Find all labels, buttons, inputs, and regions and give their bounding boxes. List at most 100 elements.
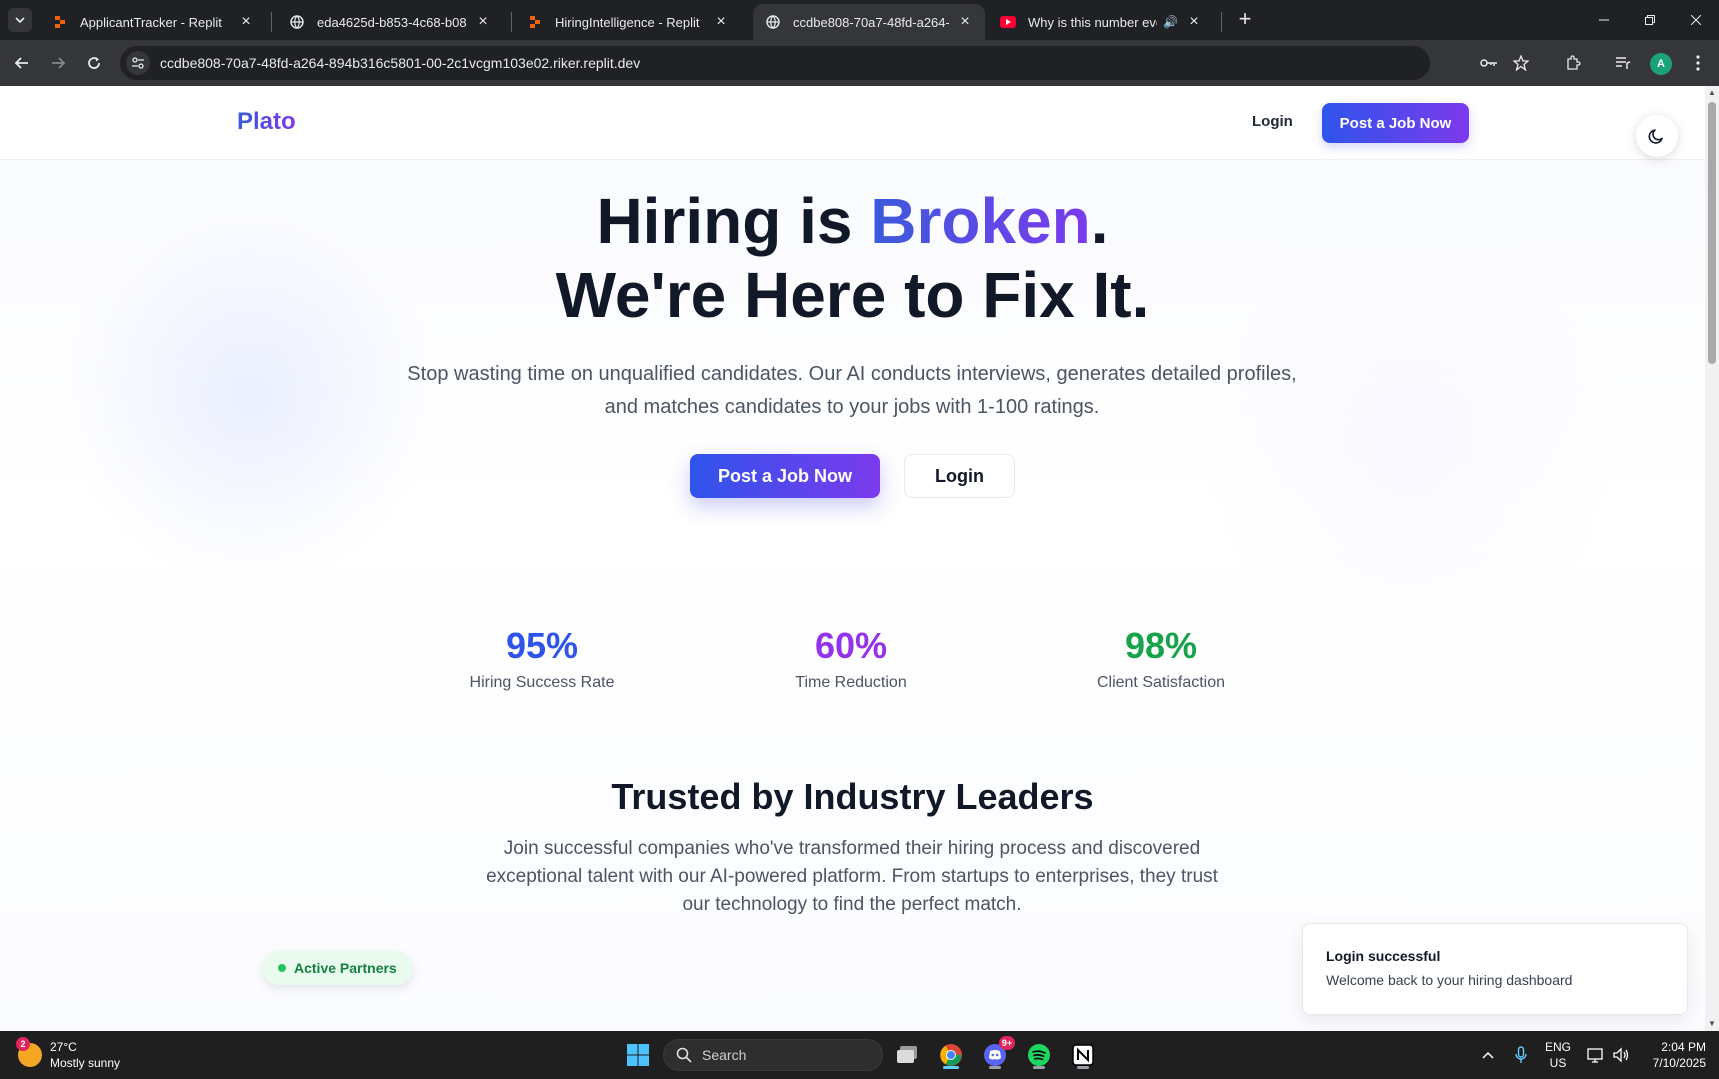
stat-value: 98% — [1124, 625, 1198, 666]
close-icon[interactable]: × — [475, 14, 491, 30]
running-indicator — [989, 1066, 1001, 1069]
theme-toggle-button[interactable] — [1636, 115, 1678, 157]
close-icon[interactable]: × — [238, 14, 254, 30]
running-indicator — [1033, 1066, 1045, 1069]
minimize-icon — [1599, 19, 1609, 21]
reload-button[interactable] — [80, 49, 108, 77]
restore-icon — [1645, 15, 1655, 25]
back-button[interactable] — [8, 49, 36, 77]
toast-title: Login successful — [1326, 948, 1441, 964]
speaker-icon — [1613, 1047, 1629, 1063]
login-success-toast[interactable]: Login successful Welcome back to your hi… — [1302, 923, 1688, 1015]
language-indicator[interactable]: ENG US — [1543, 1039, 1573, 1071]
search-icon — [676, 1047, 692, 1063]
minimize-button[interactable] — [1581, 0, 1627, 40]
site-logo[interactable]: Plato — [237, 108, 296, 136]
hero-heading-text: . — [1090, 185, 1109, 257]
scrollbar-thumb[interactable] — [1708, 102, 1716, 364]
header-post-job-button[interactable]: Post a Job Now — [1322, 103, 1469, 143]
hero-heading-line1: Hiring is Broken. — [0, 184, 1705, 258]
weather-temp: 27°C — [50, 1040, 77, 1054]
close-window-button[interactable] — [1673, 0, 1719, 40]
spotify-icon — [1028, 1044, 1050, 1066]
tab-title: Why is this number everywh — [1028, 14, 1157, 30]
clock-time: 2:04 PM — [1661, 1040, 1706, 1054]
scroll-down-arrow-icon[interactable]: ▼ — [1705, 1017, 1719, 1031]
discord-taskbar-button[interactable]: 9+ — [979, 1036, 1015, 1071]
hero-heading-line2: We're Here to Fix It. — [555, 259, 1150, 331]
stat-label: Hiring Success Rate — [469, 674, 615, 691]
hero-heading: Hiring is Broken. We're Here to Fix It. — [0, 184, 1705, 332]
chevron-down-icon — [15, 17, 25, 24]
globe-icon — [765, 14, 781, 30]
header-login-link[interactable]: Login — [1252, 113, 1293, 130]
new-tab-button[interactable]: + — [1233, 8, 1257, 32]
browser-tab-strip: ApplicantTracker - Replit × eda4625d-b85… — [0, 0, 1719, 40]
browser-tab[interactable]: Why is this number everywh 🔊 × — [988, 4, 1214, 40]
close-icon[interactable]: × — [957, 14, 973, 30]
replit-icon — [527, 14, 543, 30]
task-view-icon — [897, 1046, 917, 1063]
moon-icon — [1648, 129, 1663, 144]
tab-title: eda4625d-b853-4c68-b088-49 — [317, 14, 467, 30]
browser-tab[interactable]: HiringIntelligence - Replit × — [515, 4, 741, 40]
hero-post-job-button[interactable]: Post a Job Now — [690, 454, 880, 498]
restore-button[interactable] — [1627, 0, 1673, 40]
stat-hiring-success: 95% Hiring Success Rate — [412, 624, 672, 692]
spotify-taskbar-button[interactable] — [1023, 1039, 1055, 1071]
page-scrollbar[interactable]: ▲ ▼ — [1705, 86, 1719, 1031]
media-controls-icon[interactable] — [1609, 49, 1637, 77]
weather-widget[interactable]: 2 27°C Mostly sunny — [16, 1037, 120, 1071]
browser-tab[interactable]: ApplicantTracker - Replit × — [40, 4, 266, 40]
weather-sun-icon: 2 — [16, 1037, 42, 1067]
running-indicator — [943, 1066, 959, 1069]
profile-avatar[interactable]: A — [1650, 53, 1672, 75]
microphone-icon — [1515, 1046, 1527, 1063]
chrome-taskbar-button[interactable] — [935, 1039, 967, 1071]
address-bar[interactable]: ccdbe808-70a7-48fd-a264-894b316c5801-00-… — [120, 46, 1430, 80]
tab-search-button[interactable] — [8, 8, 32, 32]
close-icon[interactable]: × — [713, 14, 729, 30]
notification-badge: 9+ — [999, 1036, 1015, 1050]
password-key-icon[interactable] — [1475, 49, 1503, 77]
weather-badge: 2 — [16, 1037, 30, 1051]
task-view-button[interactable] — [891, 1039, 923, 1071]
status-dot-icon — [278, 964, 286, 972]
replit-icon — [52, 14, 68, 30]
scroll-up-arrow-icon[interactable]: ▲ — [1705, 86, 1719, 100]
show-hidden-icons-button[interactable] — [1472, 1039, 1504, 1071]
site-settings-icon[interactable] — [126, 51, 150, 75]
globe-icon — [289, 14, 305, 30]
hero-heading-text: Hiring is — [596, 185, 871, 257]
menu-dots-icon[interactable] — [1684, 49, 1712, 77]
notion-taskbar-button[interactable] — [1067, 1039, 1099, 1071]
chevron-up-icon — [1482, 1051, 1494, 1059]
tab-title: HiringIntelligence - Replit — [555, 14, 700, 30]
taskbar-search-box[interactable]: Search — [663, 1039, 883, 1071]
hero-login-button[interactable]: Login — [904, 454, 1015, 498]
chrome-icon — [940, 1044, 962, 1066]
running-indicator — [1077, 1066, 1089, 1069]
forward-button[interactable] — [44, 49, 72, 77]
volume-button[interactable] — [1605, 1039, 1637, 1071]
toast-description: Welcome back to your hiring dashboard — [1326, 972, 1573, 988]
active-partners-badge: Active Partners — [262, 951, 413, 985]
trusted-heading: Trusted by Industry Leaders — [611, 776, 1094, 817]
browser-toolbar: ccdbe808-70a7-48fd-a264-894b316c5801-00-… — [0, 40, 1719, 86]
language-code: ENG — [1544, 1040, 1571, 1054]
close-icon[interactable]: × — [1186, 14, 1202, 30]
close-icon — [1691, 15, 1701, 25]
speaker-icon[interactable]: 🔊 — [1163, 15, 1178, 29]
tab-title: ccdbe808-70a7-48fd-a264-894 — [793, 14, 949, 30]
bookmark-star-icon[interactable] — [1507, 49, 1535, 77]
taskbar-clock[interactable]: 2:04 PM 7/10/2025 — [1640, 1039, 1706, 1071]
microphone-button[interactable] — [1505, 1039, 1537, 1071]
start-button[interactable] — [622, 1039, 654, 1071]
extensions-icon[interactable] — [1559, 49, 1587, 77]
page-viewport: Plato Login Post a Job Now Hiring is Bro… — [0, 86, 1705, 1031]
browser-tab[interactable]: eda4625d-b853-4c68-b088-49 × — [277, 4, 503, 40]
browser-tab-active[interactable]: ccdbe808-70a7-48fd-a264-894 × — [753, 4, 985, 40]
stat-label: Client Satisfaction — [1096, 674, 1226, 691]
youtube-icon — [1000, 14, 1016, 30]
arrow-right-icon — [52, 57, 66, 69]
